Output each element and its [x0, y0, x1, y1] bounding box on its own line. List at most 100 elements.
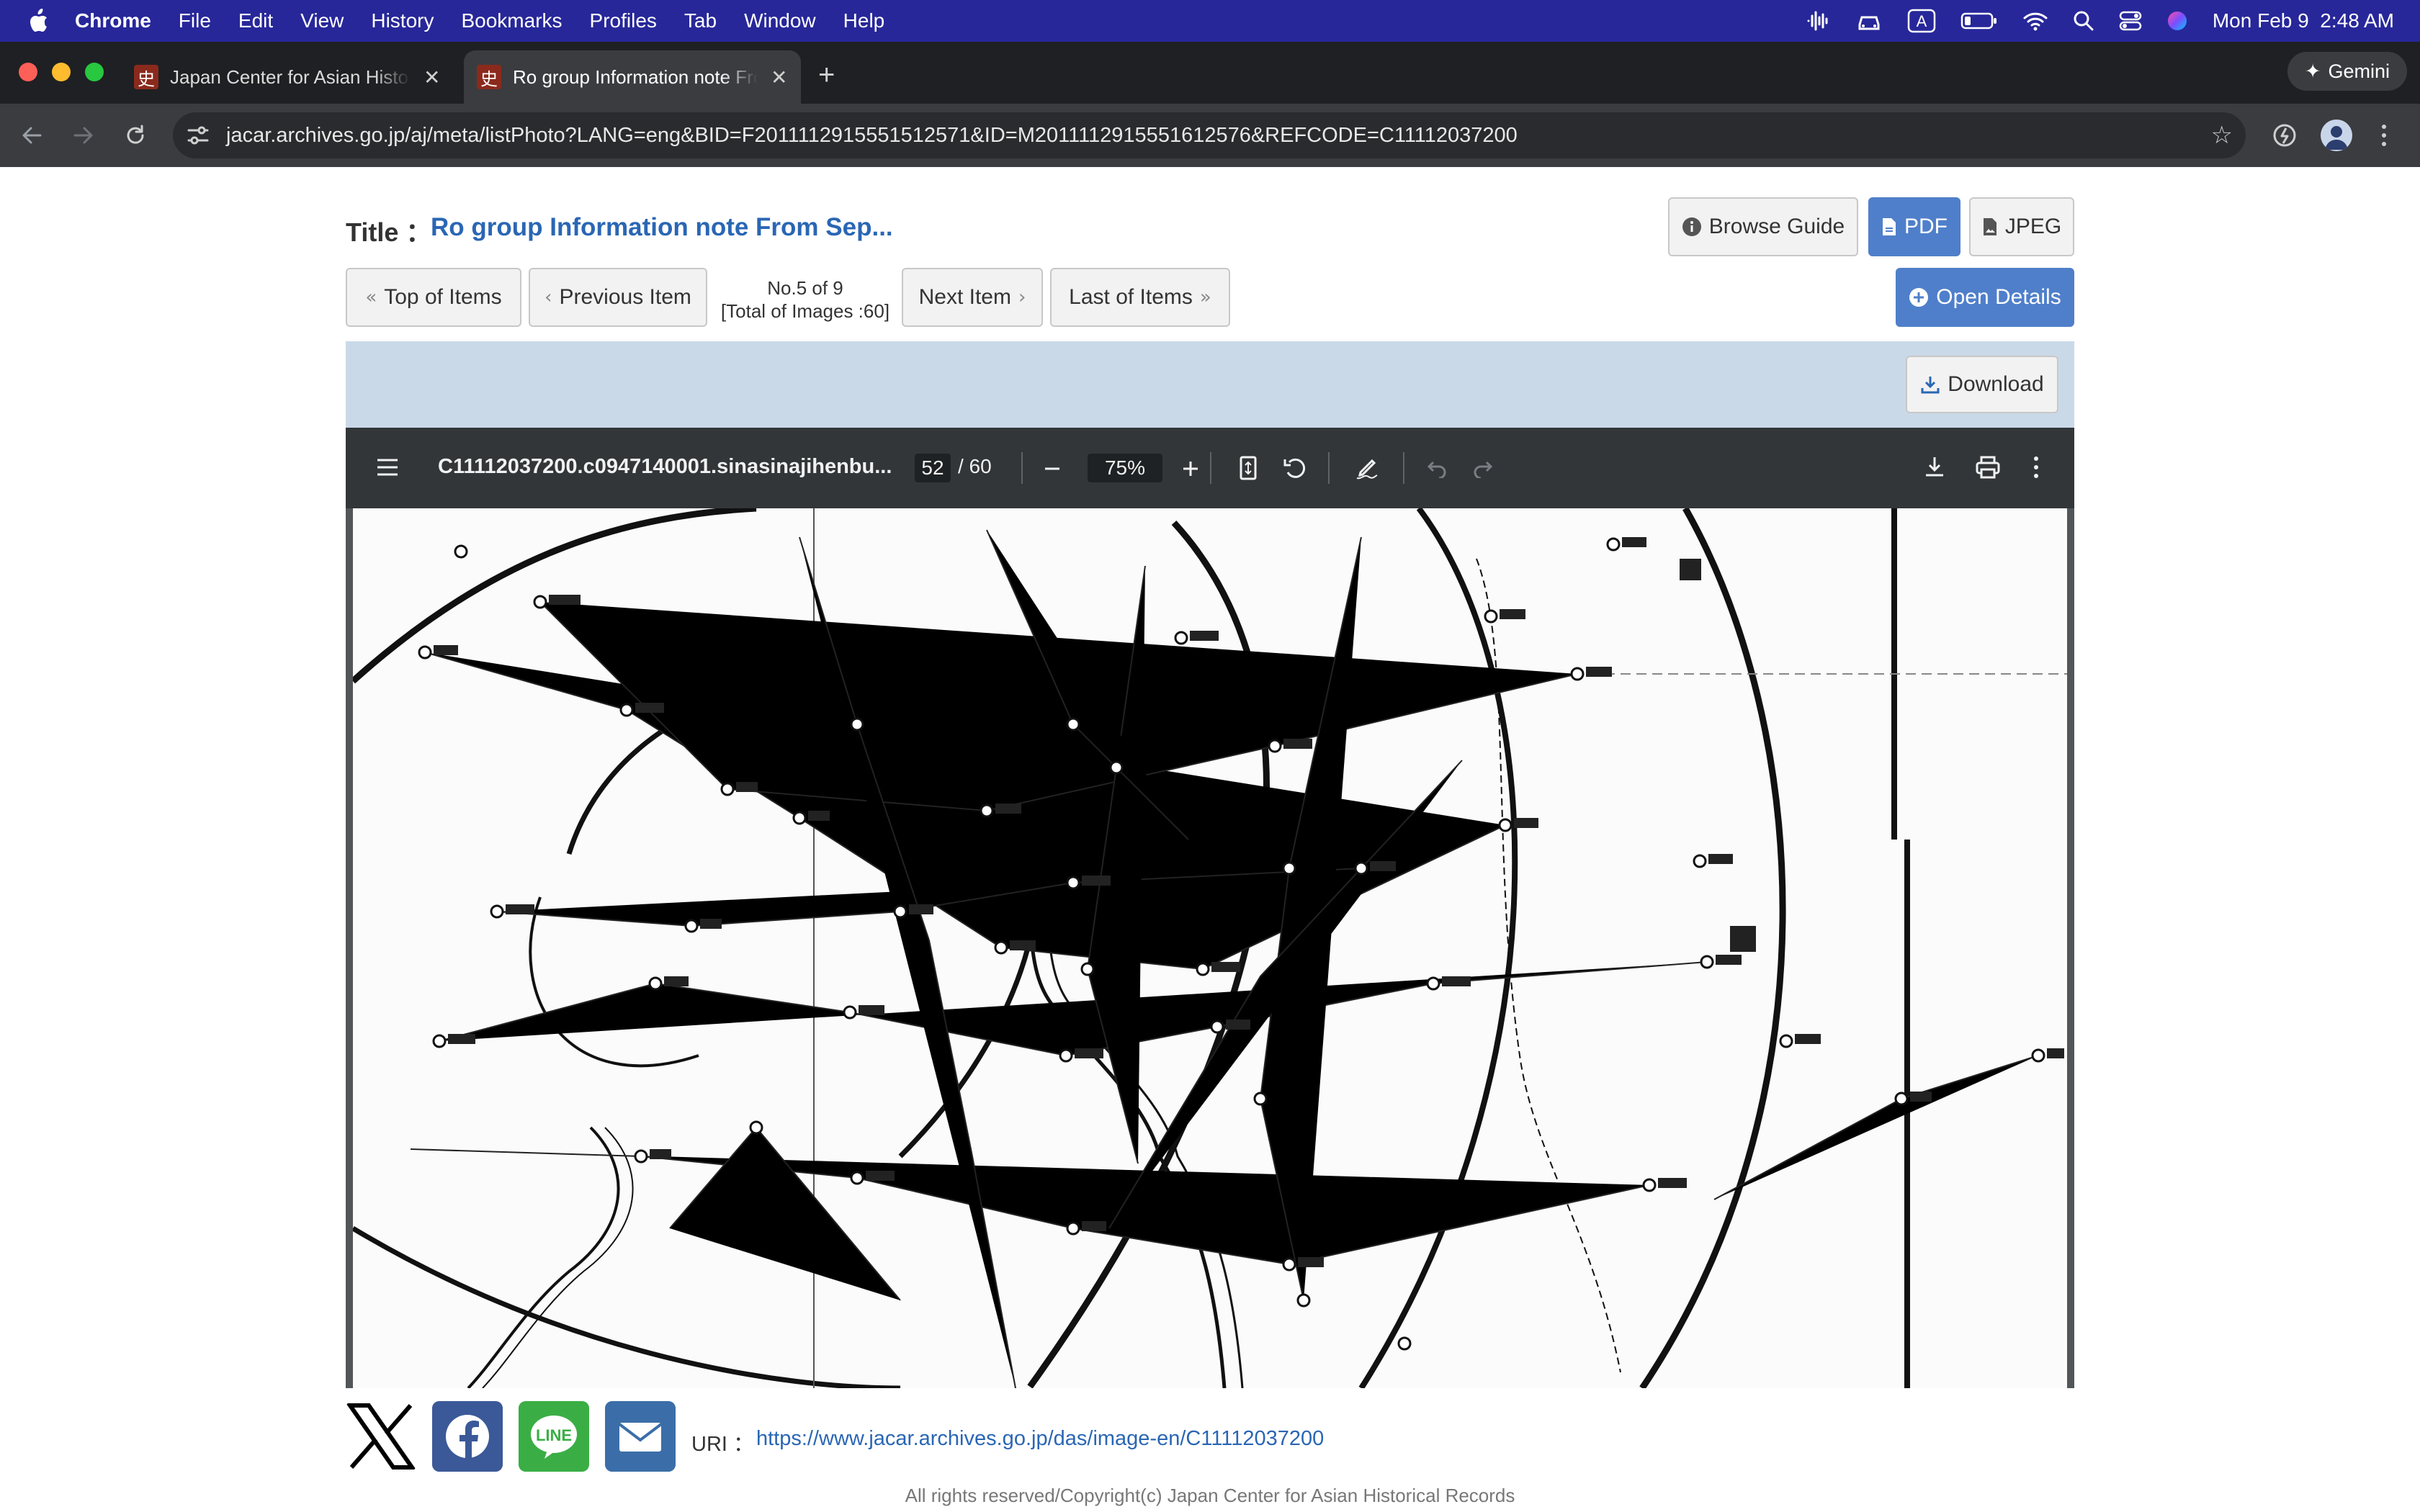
- page-title[interactable]: Ro group Information note From Sep...: [431, 213, 893, 242]
- pdf-page-scan[interactable]: [353, 508, 2067, 1388]
- toolbar-divider: [1403, 452, 1404, 484]
- browse-guide-label: Browse Guide: [1708, 215, 1845, 238]
- window-close-button[interactable]: [19, 63, 37, 81]
- menu-view[interactable]: View: [300, 9, 344, 32]
- toolbar-divider: [1210, 452, 1211, 484]
- menu-help[interactable]: Help: [843, 9, 885, 32]
- bookmark-star-icon[interactable]: ☆: [2211, 121, 2233, 150]
- page-count: / 60: [958, 455, 992, 477]
- jpeg-button[interactable]: JPEG: [1969, 197, 2074, 256]
- item-counter-position: No.5 of 9: [767, 277, 843, 299]
- browser-toolbar: jacar.archives.go.jp/aj/meta/listPhoto?L…: [0, 104, 2420, 167]
- rotate-icon[interactable]: [1282, 455, 1308, 481]
- redo-icon[interactable]: [1472, 456, 1494, 478]
- open-details-label: Open Details: [1936, 285, 2061, 309]
- gemini-label: Gemini: [2328, 60, 2390, 82]
- x-share-icon[interactable]: [346, 1401, 416, 1472]
- last-of-items-label: Last of Items: [1069, 285, 1193, 309]
- browser-tab-strip: 史 Japan Center for Asian Historical Reco…: [0, 42, 2420, 104]
- new-tab-plus-icon[interactable]: +: [818, 59, 835, 91]
- next-item-button[interactable]: Next Item ›: [902, 268, 1043, 327]
- gemini-sparkle-icon: ✦: [2304, 60, 2321, 82]
- line-share-icon[interactable]: LINE: [519, 1401, 589, 1472]
- browse-guide-button[interactable]: Browse Guide: [1668, 197, 1858, 256]
- tab-title: Japan Center for Asian Historical Record…: [170, 66, 411, 88]
- car-icon[interactable]: [1855, 10, 1883, 32]
- reload-icon[interactable]: [122, 122, 148, 148]
- tab-close-icon[interactable]: ✕: [771, 66, 787, 89]
- previous-item-label: Previous Item: [559, 285, 691, 309]
- svg-text:LINE: LINE: [536, 1426, 572, 1444]
- zoom-in-icon[interactable]: [1181, 459, 1200, 478]
- forward-arrow-icon[interactable]: [71, 122, 97, 148]
- menu-edit[interactable]: Edit: [238, 9, 273, 32]
- zoom-level-input[interactable]: 75%: [1088, 454, 1162, 482]
- historical-map-scan-image: [353, 508, 2067, 1388]
- menu-tab[interactable]: Tab: [684, 9, 717, 32]
- image-file-icon: [1983, 218, 1996, 235]
- extensions-icon[interactable]: [2270, 121, 2299, 150]
- tab-ro-group-information[interactable]: 史 Ro group Information note From Sep ✕: [464, 50, 801, 104]
- download-button[interactable]: Download: [1906, 356, 2058, 413]
- jacar-favicon-icon: 史: [477, 65, 501, 89]
- tab-title: Ro group Information note From Sep: [513, 66, 758, 88]
- open-details-button[interactable]: Open Details: [1896, 268, 2074, 327]
- tab-japan-center[interactable]: 史 Japan Center for Asian Historical Reco…: [124, 50, 454, 104]
- pdf-viewer: C11112037200.c0947140001.sinasinajihenbu…: [346, 428, 2074, 1388]
- undo-icon[interactable]: [1426, 456, 1448, 478]
- pdf-file-icon: [1883, 218, 1896, 235]
- next-item-label: Next Item: [918, 285, 1011, 309]
- pdf-filename: C11112037200.c0947140001.sinasinajihenbu…: [438, 455, 892, 478]
- sidebar-menu-icon[interactable]: [376, 456, 399, 478]
- site-info-tune-icon[interactable]: [186, 124, 210, 147]
- siri-icon[interactable]: [2166, 10, 2188, 32]
- address-bar-url: jacar.archives.go.jp/aj/meta/listPhoto?L…: [226, 124, 1518, 147]
- chrome-menu-kebab-icon[interactable]: [2378, 122, 2390, 148]
- menu-bar-clock[interactable]: Mon Feb 9 2:48 AM: [2213, 9, 2394, 32]
- pdf-button[interactable]: PDF: [1868, 197, 1960, 256]
- plus-circle-icon: [1909, 288, 1929, 307]
- menu-bar-status-area: A Mon Feb 9 2:48 AM: [1806, 0, 2394, 42]
- zoom-out-icon[interactable]: [1043, 459, 1062, 478]
- last-of-items-button[interactable]: Last of Items »: [1050, 268, 1230, 327]
- web-page: Title ： Ro group Information note From S…: [0, 167, 2420, 1512]
- battery-icon[interactable]: [1960, 12, 1998, 30]
- uri-link[interactable]: https://www.jacar.archives.go.jp/das/ima…: [756, 1427, 1324, 1451]
- chevron-left-icon: ‹: [544, 287, 552, 308]
- tab-close-icon[interactable]: ✕: [424, 66, 440, 89]
- menu-app-chrome[interactable]: Chrome: [75, 9, 151, 32]
- menu-history[interactable]: History: [371, 9, 434, 32]
- email-share-icon[interactable]: [605, 1401, 676, 1472]
- double-chevron-left-icon: «: [365, 287, 377, 308]
- menu-window[interactable]: Window: [744, 9, 816, 32]
- audio-wave-icon[interactable]: [1806, 10, 1831, 32]
- pdf-viewer-toolbar: C11112037200.c0947140001.sinasinajihenbu…: [346, 428, 2074, 508]
- back-arrow-icon[interactable]: [19, 122, 45, 148]
- apple-logo-icon[interactable]: [27, 9, 49, 33]
- control-center-icon[interactable]: [2119, 10, 2142, 32]
- menu-bookmarks[interactable]: Bookmarks: [461, 9, 562, 32]
- profile-avatar[interactable]: [2321, 120, 2352, 151]
- download-label: Download: [1948, 372, 2044, 396]
- previous-item-button[interactable]: ‹ Previous Item: [529, 268, 707, 327]
- fit-page-icon[interactable]: [1239, 455, 1258, 481]
- download-bar: Download: [346, 341, 2074, 428]
- info-circle-icon: [1682, 217, 1701, 236]
- facebook-share-icon[interactable]: [432, 1401, 503, 1472]
- address-bar[interactable]: jacar.archives.go.jp/aj/meta/listPhoto?L…: [173, 112, 2246, 158]
- search-icon[interactable]: [2073, 10, 2094, 32]
- page-number-input[interactable]: 52: [915, 454, 951, 482]
- menu-file[interactable]: File: [179, 9, 211, 32]
- window-minimize-button[interactable]: [52, 63, 71, 81]
- top-of-items-button[interactable]: « Top of Items: [346, 268, 521, 327]
- gemini-button[interactable]: ✦ Gemini: [2287, 52, 2407, 91]
- annotate-pen-icon[interactable]: [1354, 455, 1380, 481]
- pdf-download-icon[interactable]: [1923, 455, 1946, 480]
- copyright-notice: All rights reserved/Copyright(c) Japan C…: [905, 1485, 1515, 1506]
- input-source-icon[interactable]: A: [1907, 9, 1936, 33]
- window-zoom-button[interactable]: [85, 63, 104, 81]
- more-actions-kebab-icon[interactable]: [2031, 455, 2041, 480]
- wifi-icon[interactable]: [2022, 10, 2048, 32]
- print-icon[interactable]: [1975, 455, 2001, 480]
- menu-profiles[interactable]: Profiles: [590, 9, 657, 32]
